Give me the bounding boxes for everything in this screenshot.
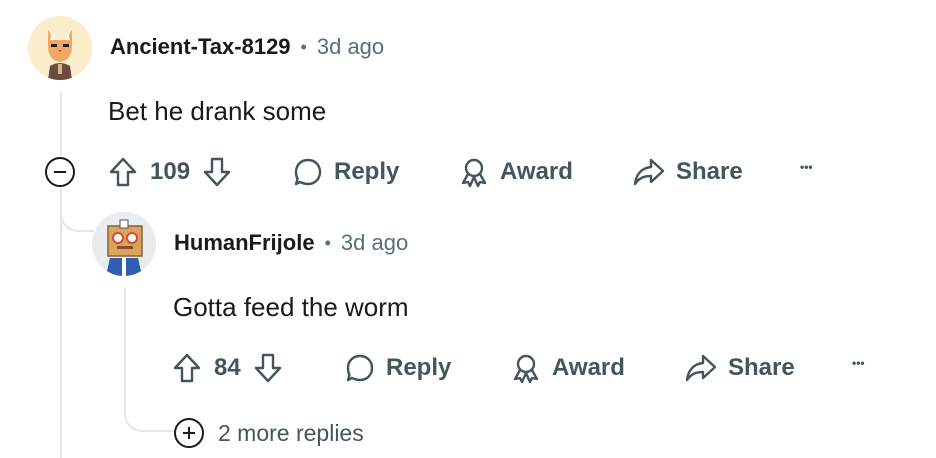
reply-label: Reply	[386, 354, 452, 381]
upvote-button[interactable]	[172, 352, 202, 384]
meta-separator: •	[324, 232, 331, 253]
share-label: Share	[676, 158, 743, 185]
comment-timestamp[interactable]: 3d ago	[341, 230, 408, 256]
award-label: Award	[552, 354, 625, 381]
comment-author[interactable]: Ancient-Tax-8129	[110, 34, 291, 60]
downvote-arrow-icon	[203, 157, 231, 187]
comment-bubble-icon	[346, 354, 374, 382]
share-arrow-icon	[633, 158, 665, 186]
reply-button[interactable]: Reply	[344, 352, 451, 384]
award-label: Award	[500, 158, 573, 185]
share-button[interactable]: Share	[632, 156, 743, 188]
upvote-arrow-icon	[173, 353, 201, 383]
comment-author[interactable]: HumanFrijole	[174, 230, 315, 256]
share-arrow-icon	[685, 354, 717, 382]
collapse-thread-button[interactable]	[45, 157, 75, 187]
plus-icon	[183, 427, 195, 439]
avatar[interactable]	[28, 16, 92, 80]
reply-label: Reply	[334, 158, 400, 185]
comment-body: Gotta feed the worm	[173, 292, 409, 322]
reply-button[interactable]: Reply	[292, 156, 399, 188]
more-replies-label: 2 more replies	[218, 419, 364, 446]
cat-avatar-icon	[28, 16, 92, 80]
comment-body: Bet he drank some	[108, 96, 327, 126]
more-replies-button[interactable]: 2 more replies	[174, 418, 364, 448]
share-button[interactable]: Share	[684, 352, 795, 384]
box-head-avatar-icon	[92, 212, 156, 276]
award-icon	[461, 158, 487, 188]
more-replies-connector	[124, 400, 174, 432]
minus-icon	[54, 171, 66, 173]
vote-score: 84	[214, 354, 241, 381]
upvote-arrow-icon	[109, 157, 137, 187]
downvote-button[interactable]	[253, 352, 283, 384]
vote-score: 109	[150, 158, 191, 185]
thread-line-root	[60, 92, 62, 156]
downvote-button[interactable]	[202, 156, 232, 188]
more-options-button[interactable]: •••	[800, 160, 813, 174]
award-button[interactable]: Award	[510, 352, 625, 384]
award-icon	[513, 354, 539, 384]
share-label: Share	[728, 354, 795, 381]
comment-timestamp[interactable]: 3d ago	[317, 34, 384, 60]
thread-line-reply	[124, 288, 126, 403]
award-button[interactable]: Award	[458, 156, 573, 188]
avatar[interactable]	[92, 212, 156, 276]
thread-line-root-continue	[60, 188, 62, 458]
upvote-button[interactable]	[108, 156, 138, 188]
downvote-arrow-icon	[254, 353, 281, 383]
more-options-button[interactable]: •••	[852, 356, 865, 370]
comment-bubble-icon	[294, 158, 322, 186]
meta-separator: •	[300, 36, 307, 57]
expand-circle	[174, 418, 204, 448]
thread-branch-connector	[60, 196, 94, 232]
